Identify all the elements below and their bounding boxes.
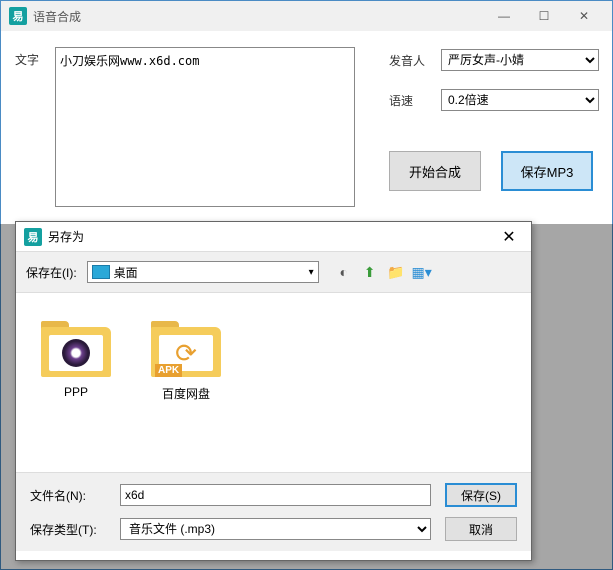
chevron-down-icon: ▾ [309,267,314,278]
new-folder-icon[interactable]: 📁 [387,263,405,281]
file-item[interactable]: ⟳ APK 百度网盘 [146,321,226,444]
voice-select[interactable]: 严厉女声-小婧 [441,49,599,71]
filetype-select[interactable]: 音乐文件 (.mp3) [120,518,431,540]
cancel-button[interactable]: 取消 [445,517,517,541]
app-icon: 易 [9,7,27,25]
view-icon[interactable]: ▦▾ [413,263,431,281]
save-button[interactable]: 保存(S) [445,483,517,507]
location-text: 桌面 [114,264,138,281]
speed-label: 语速 [389,92,441,109]
maximize-button[interactable]: ☐ [524,1,564,31]
desktop-icon [92,265,110,279]
up-icon[interactable]: ⬆ [361,263,379,281]
savein-label: 保存在(I): [26,264,77,281]
dialog-toolbar: 保存在(I): 桌面 ▾ ◐ ⬆ 📁 ▦▾ [16,252,531,292]
window-title: 语音合成 [33,8,484,25]
location-select[interactable]: 桌面 ▾ [87,261,319,283]
dialog-titlebar: 易 另存为 ✕ [16,222,531,252]
save-mp3-button[interactable]: 保存MP3 [501,151,593,191]
file-list[interactable]: PPP ⟳ APK 百度网盘 [16,292,531,472]
text-label: 文字 [15,47,55,207]
save-dialog: 易 另存为 ✕ 保存在(I): 桌面 ▾ ◐ ⬆ 📁 ▦▾ PPP ⟳ [15,221,532,561]
voice-label: 发音人 [389,52,441,69]
right-column: 发音人 严厉女声-小婧 语速 0.2倍速 [389,49,599,129]
dialog-app-icon: 易 [24,228,42,246]
filetype-label: 保存类型(T): [30,521,120,538]
text-input[interactable]: 小刀娱乐网www.x6d.com [55,47,355,207]
filename-label: 文件名(N): [30,487,120,504]
synth-button[interactable]: 开始合成 [389,151,481,191]
button-row: 开始合成 保存MP3 [389,151,593,191]
file-name: 百度网盘 [146,385,226,402]
file-name: PPP [36,385,116,399]
minimize-button[interactable]: — [484,1,524,31]
folder-disc-icon [49,335,103,371]
dialog-title: 另存为 [48,228,495,245]
speed-select[interactable]: 0.2倍速 [441,89,599,111]
back-icon[interactable]: ◐ [335,263,353,281]
close-button[interactable]: ✕ [564,1,604,31]
filename-input[interactable] [120,484,431,506]
apk-badge: APK [155,364,182,377]
file-item[interactable]: PPP [36,321,116,444]
dialog-bottom: 文件名(N): 保存(S) 保存类型(T): 音乐文件 (.mp3) 取消 [16,472,531,551]
dialog-close-button[interactable]: ✕ [495,227,523,247]
titlebar: 易 语音合成 — ☐ ✕ [1,1,612,31]
